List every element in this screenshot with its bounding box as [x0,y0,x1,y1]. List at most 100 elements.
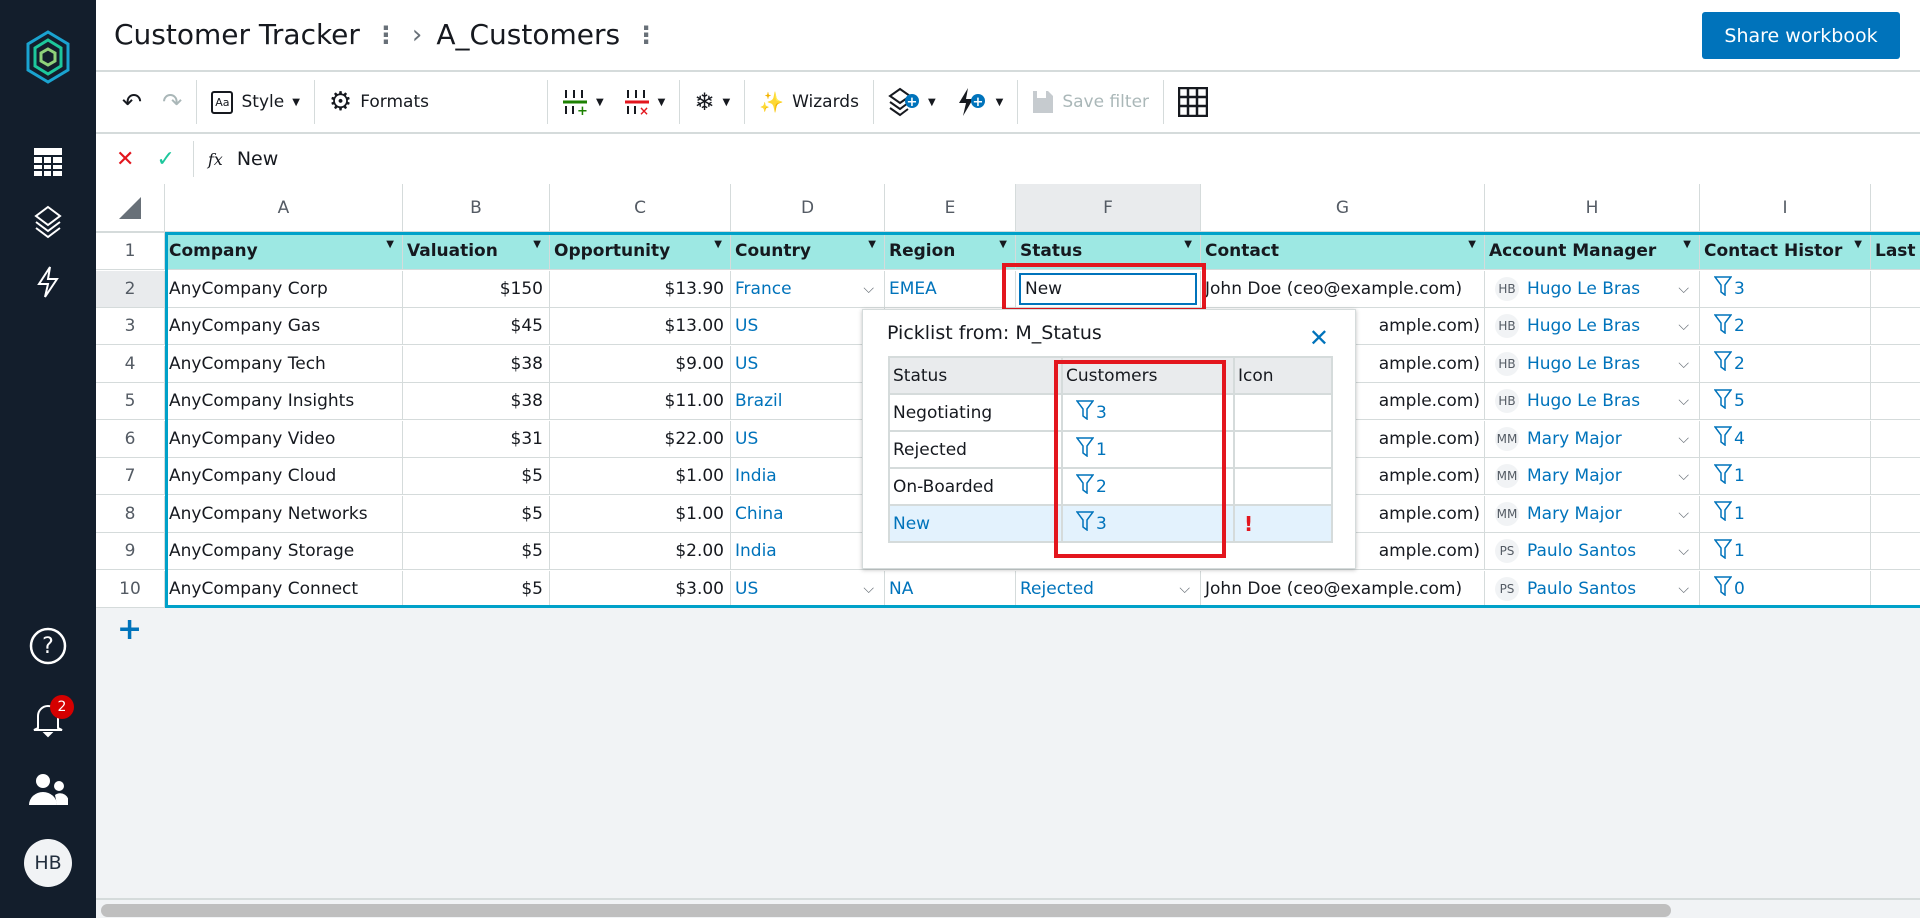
table-header-country[interactable]: Country ▼ [731,233,885,270]
table-header-contact[interactable]: Contact ▼ [1201,233,1485,270]
table-header-company[interactable]: Company ▼ [165,233,403,270]
cell-contact-history[interactable]: 2 [1700,345,1871,383]
table-header-opportunity[interactable]: Opportunity ▼ [550,233,731,270]
row-number[interactable]: 5 [96,383,165,420]
cell-opportunity[interactable]: $2.00 [550,533,731,570]
row-number[interactable]: 4 [96,345,165,383]
help-icon[interactable]: ? [28,626,68,666]
row-number[interactable]: 2 [96,270,165,308]
cell-valuation[interactable]: $5 [403,495,550,533]
sheet-title[interactable]: A_Customers [436,18,620,51]
filter-link[interactable]: 2 [1704,351,1745,376]
cell-last[interactable] [1871,308,1920,345]
filter-caret-icon[interactable]: ▼ [714,239,722,250]
cell-company[interactable]: AnyCompany Cloud [165,458,403,495]
grid-icon[interactable] [28,142,68,182]
cell-contact[interactable]: John Doe (ceo@example.com) [1201,570,1485,608]
cell-region[interactable]: EMEA [885,270,1016,308]
filter-link[interactable]: 0 [1704,576,1745,601]
share-workbook-button[interactable]: Share workbook [1702,12,1900,59]
cell-account-manager[interactable]: HB Hugo Le Bras ⌵ [1485,345,1700,383]
cell-contact-history[interactable]: 0 [1700,570,1871,608]
column-header-E[interactable]: E [885,184,1016,233]
chevron-down-icon[interactable]: ⌵ [1678,356,1689,372]
cell-last[interactable] [1871,496,1920,533]
freeze-button[interactable]: ❄ ▼ [684,80,740,124]
cell-opportunity[interactable]: $3.00 [550,570,731,608]
cell-contact-history[interactable]: 1 [1700,458,1871,495]
cell-opportunity[interactable]: $9.00 [550,345,731,383]
row-number[interactable]: 6 [96,420,165,458]
cell-contact-history[interactable]: 1 [1700,533,1871,570]
cell-valuation[interactable]: $5 [403,458,550,495]
cell-account-manager[interactable]: PS Paulo Santos ⌵ [1485,533,1700,570]
column-header-H[interactable]: H [1485,184,1700,233]
cell-country[interactable]: France ⌵ [731,270,885,308]
cell-company[interactable]: AnyCompany Tech [165,345,403,383]
cell-company[interactable]: AnyCompany Connect [165,570,403,608]
cell-last[interactable] [1871,421,1920,458]
picklist-customers[interactable]: 3 [1061,504,1235,543]
picklist-customers[interactable]: 2 [1061,467,1235,506]
user-avatar[interactable]: HB [24,839,72,887]
chevron-down-icon[interactable]: ⌵ [1678,543,1689,559]
wizards-button[interactable]: ✨ Wizards [749,80,869,124]
filter-caret-icon[interactable]: ▼ [999,239,1007,250]
style-button[interactable]: Aa Style ▼ [201,80,310,124]
insert-columns-button[interactable]: + ▼ [552,80,614,124]
cell-account-manager[interactable]: HB Hugo Le Bras ⌵ [1485,308,1700,345]
filter-caret-icon[interactable]: ▼ [386,239,394,250]
cell-opportunity[interactable]: $22.00 [550,420,731,458]
picklist-option[interactable]: Negotiating 3 [888,393,1333,432]
undo-button[interactable]: ↶ [112,80,152,124]
cell-status[interactable]: New [1016,270,1201,308]
table-header-valuation[interactable]: Valuation ▼ [403,233,550,270]
picklist-option[interactable]: New 3! [888,504,1333,543]
confirm-edit-icon[interactable]: ✓ [156,147,174,172]
cell-company[interactable]: AnyCompany Storage [165,533,403,570]
chevron-down-icon[interactable]: ⌵ [1678,281,1689,297]
cell-company[interactable]: AnyCompany Insights [165,383,403,420]
cell-country[interactable]: US ⌵ [731,570,885,608]
close-icon[interactable]: ✕ [1309,324,1329,352]
row-number[interactable]: 3 [96,308,165,345]
cell-account-manager[interactable]: MM Mary Major ⌵ [1485,420,1700,458]
column-header-B[interactable]: B [403,184,550,233]
picklist-option[interactable]: On-Boarded 2 [888,467,1333,506]
filter-caret-icon[interactable]: ▼ [1854,239,1862,250]
filter-link[interactable]: 2 [1704,313,1745,339]
cell-opportunity[interactable]: $13.90 [550,270,731,308]
row-number[interactable]: 9 [96,533,165,570]
filter-caret-icon[interactable]: ▼ [533,239,541,250]
cell-last[interactable] [1871,346,1920,383]
cell-last[interactable] [1871,458,1920,495]
cell-contact-history[interactable]: 2 [1700,308,1871,345]
cell-last[interactable] [1871,271,1920,308]
cell-account-manager[interactable]: PS Paulo Santos ⌵ [1485,570,1700,608]
table-view-button[interactable] [1168,80,1218,124]
sheet-menu-icon[interactable]: ⋮ [634,21,658,49]
add-row-button[interactable]: + [117,612,142,647]
cell-valuation[interactable]: $5 [403,533,550,570]
filter-caret-icon[interactable]: ▼ [868,239,876,250]
cell-contact[interactable]: John Doe (ceo@example.com) [1201,270,1485,308]
picklist-customers[interactable]: 3 [1061,393,1235,432]
cell-last[interactable] [1871,571,1920,608]
table-header-last-c[interactable]: Last C [1871,233,1920,270]
column-header-F[interactable]: F [1016,184,1201,233]
table-header-region[interactable]: Region ▼ [885,233,1016,270]
table-header-status[interactable]: Status ▼ [1016,233,1201,270]
filter-link[interactable]: 4 [1704,426,1745,451]
cell-last[interactable] [1871,383,1920,420]
cell-region[interactable]: NA [885,570,1016,608]
workbook-menu-icon[interactable]: ⋮ [374,21,398,49]
formats-button[interactable]: ⚙ Formats [319,80,439,124]
filter-link[interactable]: 5 [1704,388,1745,414]
cell-valuation[interactable]: $5 [403,570,550,608]
cell-status[interactable]: Rejected ⌵ [1016,570,1201,608]
cell-account-manager[interactable]: HB Hugo Le Bras ⌵ [1485,270,1700,308]
cell-opportunity[interactable]: $13.00 [550,308,731,345]
chevron-down-icon[interactable]: ⌵ [1678,318,1689,334]
layers-icon[interactable] [28,202,68,242]
horizontal-scrollbar[interactable] [101,904,1671,917]
